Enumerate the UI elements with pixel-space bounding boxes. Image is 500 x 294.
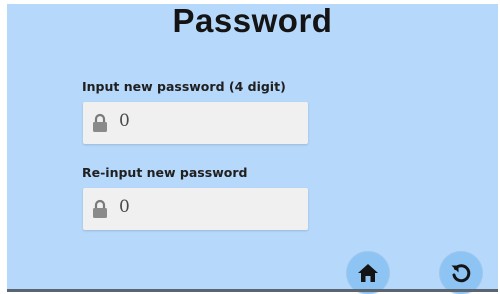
home-icon: [358, 264, 378, 282]
new-password-field[interactable]: 0: [83, 102, 308, 144]
confirm-password-label: Re-input new password: [82, 165, 248, 180]
confirm-password-field[interactable]: 0: [83, 188, 308, 230]
page-title: Password: [172, 2, 333, 39]
home-button[interactable]: [347, 252, 389, 294]
confirm-password-value: 0: [119, 197, 130, 217]
password-screen: Password Input new password (4 digit) 0 …: [7, 2, 498, 294]
bottom-divider: [7, 289, 498, 292]
new-password-label: Input new password (4 digit): [82, 79, 286, 94]
lock-icon: [93, 199, 107, 218]
back-button[interactable]: [440, 252, 482, 294]
new-password-value: 0: [119, 111, 130, 131]
lock-icon: [93, 113, 107, 132]
undo-icon: [451, 264, 471, 283]
